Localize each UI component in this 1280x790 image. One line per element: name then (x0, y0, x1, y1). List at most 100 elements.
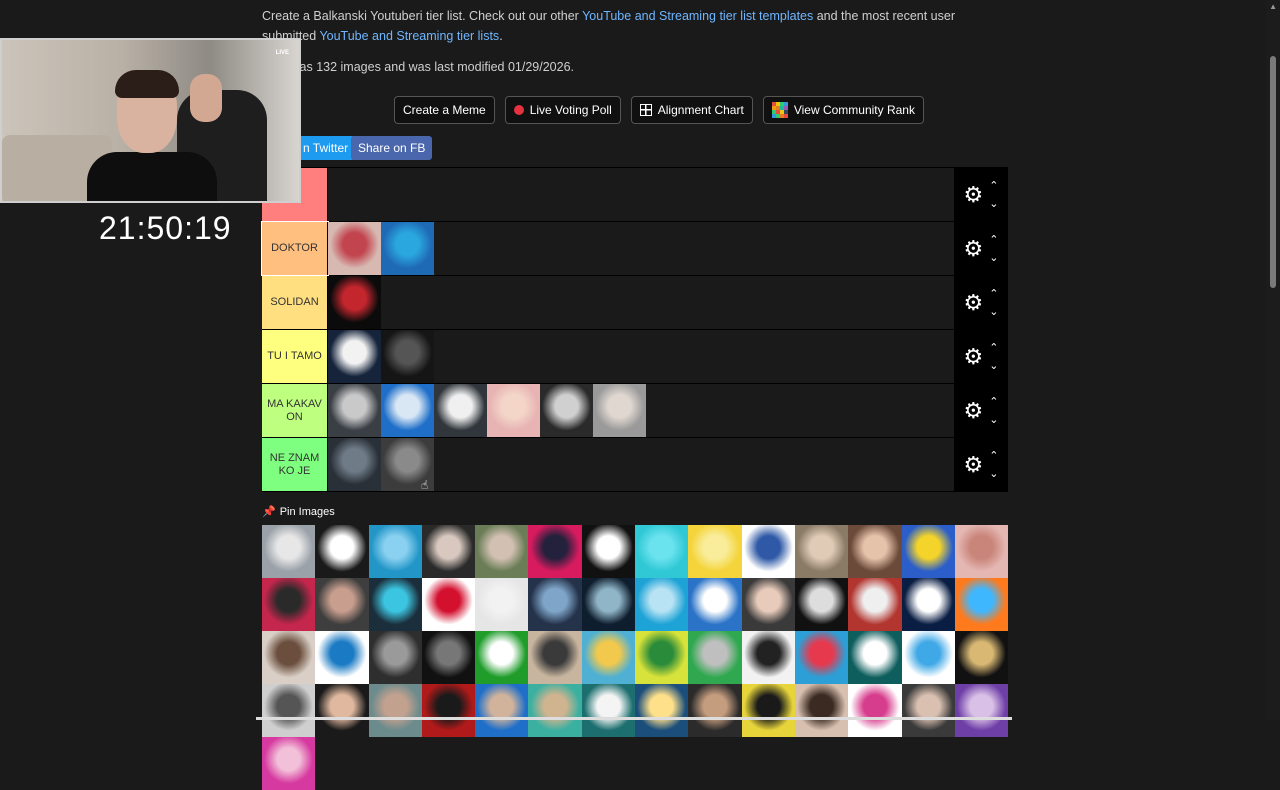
tier-image[interactable] (328, 384, 381, 437)
pool-image[interactable] (581, 631, 636, 684)
pool-image[interactable] (901, 631, 955, 684)
pool-image[interactable] (848, 684, 902, 737)
pool-image[interactable] (848, 525, 902, 578)
pool-image[interactable] (262, 525, 316, 578)
gear-icon[interactable]: ⚙ (964, 452, 984, 478)
pool-image[interactable] (315, 631, 369, 684)
gear-icon[interactable]: ⚙ (964, 344, 984, 370)
pool-image[interactable] (954, 684, 1009, 737)
pool-image[interactable] (954, 525, 1009, 578)
chevron-up-icon[interactable]: ⌃ (989, 285, 998, 303)
tier-label[interactable]: DOKTOR (261, 221, 329, 276)
chevron-up-icon[interactable]: ⌃ (989, 231, 998, 249)
tier-items[interactable] (328, 276, 954, 329)
pool-image[interactable] (635, 578, 689, 631)
pool-image[interactable] (848, 578, 902, 631)
tier-image[interactable] (328, 222, 381, 275)
pool-image[interactable] (741, 631, 795, 684)
pool-image[interactable] (688, 631, 742, 684)
pool-image[interactable] (954, 631, 1009, 684)
pool-image[interactable] (848, 631, 902, 684)
pool-image[interactable] (421, 578, 476, 631)
pool-image[interactable] (635, 525, 689, 578)
pool-image[interactable] (528, 631, 582, 684)
pool-image[interactable] (794, 578, 849, 631)
pool-image[interactable] (315, 578, 369, 631)
share-twitter-button[interactable]: n Twitter (296, 136, 356, 160)
tier-image[interactable] (593, 384, 646, 437)
pool-image[interactable] (581, 578, 636, 631)
tier-label[interactable]: NE ZNAM KO JE (262, 438, 328, 491)
pool-image[interactable] (741, 578, 795, 631)
pool-image[interactable] (794, 631, 849, 684)
pool-image[interactable] (475, 684, 529, 737)
gear-icon[interactable]: ⚙ (964, 398, 984, 424)
tier-image[interactable] (381, 384, 434, 437)
chevron-up-icon[interactable]: ⌃ (989, 447, 998, 465)
pool-image[interactable] (794, 684, 849, 737)
scrollbar-thumb[interactable] (1270, 56, 1276, 288)
tier-image[interactable] (487, 384, 540, 437)
pool-image[interactable] (475, 525, 529, 578)
tier-label[interactable]: TU I TAMO (262, 330, 328, 383)
pool-image[interactable] (688, 578, 742, 631)
scroll-up-icon[interactable]: ▲ (1269, 2, 1277, 11)
tier-items[interactable] (328, 330, 954, 383)
tier-items[interactable] (328, 168, 954, 221)
pool-image[interactable] (741, 525, 795, 578)
pool-image[interactable] (901, 684, 955, 737)
chevron-down-icon[interactable]: ⌄ (989, 249, 998, 267)
user-tierlists-link[interactable]: YouTube and Streaming tier lists (319, 29, 499, 43)
tier-image[interactable] (381, 330, 434, 383)
chevron-up-icon[interactable]: ⌃ (989, 177, 998, 195)
tier-items[interactable] (328, 384, 954, 437)
tier-image[interactable] (381, 222, 434, 275)
tier-items[interactable] (328, 222, 954, 275)
pool-image[interactable] (901, 578, 955, 631)
pool-image[interactable] (954, 578, 1009, 631)
pool-image[interactable] (315, 525, 369, 578)
chevron-up-icon[interactable]: ⌃ (989, 393, 998, 411)
pool-image[interactable] (528, 525, 582, 578)
pool-image[interactable] (421, 631, 476, 684)
pool-image[interactable] (794, 525, 849, 578)
youtube-templates-link[interactable]: YouTube and Streaming tier list template… (582, 9, 813, 23)
pool-image[interactable] (581, 525, 636, 578)
tier-image[interactable] (434, 384, 487, 437)
pool-image[interactable] (262, 737, 316, 790)
pool-image[interactable] (368, 631, 422, 684)
pool-image[interactable] (368, 578, 422, 631)
pool-image[interactable] (635, 631, 689, 684)
chevron-down-icon[interactable]: ⌄ (989, 195, 998, 213)
pin-images-toggle[interactable]: 📌 Pin Images (262, 505, 335, 519)
pool-image[interactable] (421, 525, 476, 578)
share-fb-button[interactable]: Share on FB (351, 136, 433, 160)
pool-image[interactable] (475, 578, 529, 631)
tier-image[interactable] (328, 438, 381, 491)
pool-image[interactable] (475, 631, 529, 684)
chevron-up-icon[interactable]: ⌃ (989, 339, 998, 357)
tier-label[interactable]: MA KAKAV ON (262, 384, 328, 437)
pool-image[interactable] (368, 684, 422, 737)
chevron-down-icon[interactable]: ⌄ (989, 357, 998, 375)
create-meme-button[interactable]: Create a Meme (394, 96, 495, 124)
pool-image[interactable] (528, 684, 582, 737)
pool-image[interactable] (528, 578, 582, 631)
pool-image[interactable] (901, 525, 955, 578)
tier-image[interactable] (328, 330, 381, 383)
pool-image[interactable] (741, 684, 795, 737)
alignment-chart-button[interactable]: Alignment Chart (630, 96, 753, 124)
pool-image[interactable] (262, 631, 316, 684)
pool-image[interactable] (262, 684, 316, 737)
gear-icon[interactable]: ⚙ (964, 236, 984, 262)
tier-image[interactable] (328, 276, 381, 329)
pool-image[interactable] (315, 684, 369, 737)
pool-image[interactable] (368, 525, 422, 578)
gear-icon[interactable]: ⚙ (964, 290, 984, 316)
pool-image[interactable] (262, 578, 316, 631)
chevron-down-icon[interactable]: ⌄ (989, 303, 998, 321)
pool-image[interactable] (688, 684, 742, 737)
live-voting-poll-button[interactable]: Live Voting Poll (504, 96, 621, 124)
gear-icon[interactable]: ⚙ (964, 182, 984, 208)
tier-image[interactable] (540, 384, 593, 437)
